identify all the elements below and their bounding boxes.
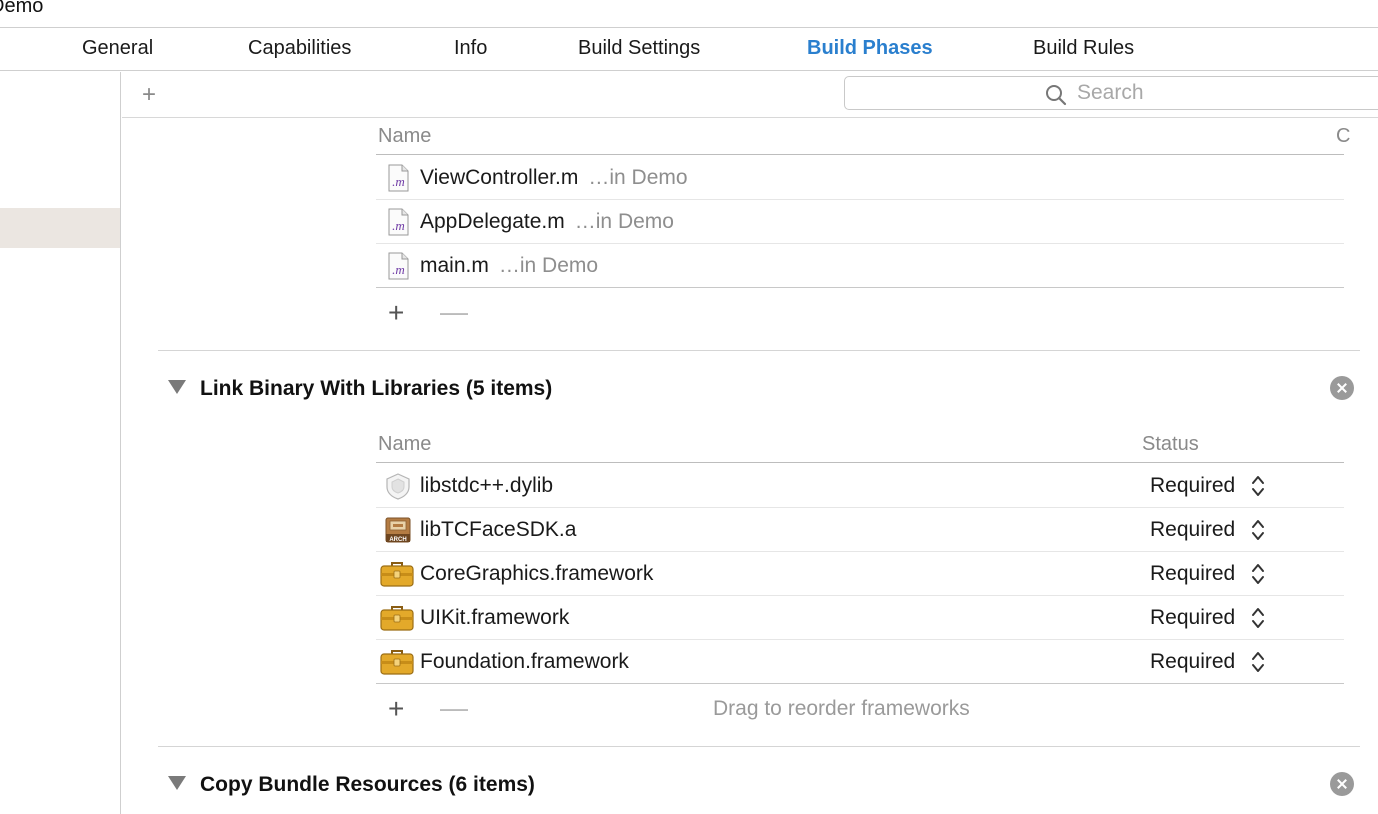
framework-toolbox-icon <box>380 650 414 675</box>
svg-text:.m: .m <box>392 262 405 277</box>
library-row[interactable]: UIKit.framework Required <box>376 596 1344 640</box>
file-location: …in Demo <box>588 166 688 189</box>
status-stepper-icon[interactable] <box>1250 517 1266 543</box>
file-name: ViewController.m <box>420 166 579 189</box>
libraries-name-header[interactable]: Name <box>378 433 431 456</box>
file-location: …in Demo <box>574 210 674 233</box>
status-stepper-icon[interactable] <box>1250 473 1266 499</box>
dylib-icon <box>386 473 410 500</box>
section-title: Copy Bundle Resources (6 items) <box>200 773 535 796</box>
compile-sources-name-header[interactable]: Name <box>378 125 431 148</box>
library-row[interactable]: ARCH libTCFaceSDK.a Required <box>376 508 1344 552</box>
objc-m-file-icon: .m <box>388 164 409 192</box>
search-input[interactable] <box>1077 80 1377 106</box>
link-binary-section-header: Link Binary With Libraries (5 items) <box>160 370 1360 410</box>
library-name: CoreGraphics.framework <box>420 562 654 585</box>
remove-library-button[interactable]: — <box>440 694 468 722</box>
status-stepper-icon[interactable] <box>1250 605 1266 631</box>
remove-compile-source-button[interactable]: — <box>440 298 468 326</box>
libraries-status-header[interactable]: Status <box>1142 433 1199 456</box>
library-status[interactable]: Required <box>1150 606 1235 630</box>
tab-build-settings[interactable]: Build Settings <box>578 37 700 60</box>
add-library-button[interactable]: + <box>388 695 404 723</box>
compile-source-row[interactable]: .m ViewController.m …in Demo <box>376 156 1344 200</box>
compile-source-row[interactable]: .m AppDelegate.m …in Demo <box>376 200 1344 244</box>
framework-toolbox-icon <box>380 606 414 631</box>
library-status[interactable]: Required <box>1150 518 1235 542</box>
build-phases-toolbar: + <box>122 72 1378 118</box>
status-stepper-icon[interactable] <box>1250 649 1266 675</box>
svg-text:.m: .m <box>392 218 405 233</box>
editor-tab-bar: General Capabilities Info Build Settings… <box>0 28 1378 71</box>
library-name: Foundation.framework <box>420 650 629 673</box>
file-name: AppDelegate.m <box>420 210 565 233</box>
window-title: Demo <box>0 0 44 17</box>
library-row[interactable]: CoreGraphics.framework Required <box>376 552 1344 596</box>
delete-phase-icon[interactable] <box>1330 772 1354 796</box>
tab-build-phases[interactable]: Build Phases <box>807 37 933 60</box>
tab-info[interactable]: Info <box>454 37 487 60</box>
sidebar-selected-target[interactable] <box>0 208 120 248</box>
library-row[interactable]: Foundation.framework Required <box>376 640 1344 684</box>
objc-m-file-icon: .m <box>388 252 409 280</box>
file-name: main.m <box>420 254 489 277</box>
drag-reorder-hint: Drag to reorder frameworks <box>713 697 970 720</box>
library-status[interactable]: Required <box>1150 562 1235 586</box>
copy-bundle-section-header: Copy Bundle Resources (6 items) <box>160 766 1360 806</box>
section-divider <box>158 350 1360 351</box>
tab-capabilities[interactable]: Capabilities <box>248 37 351 60</box>
svg-text:ARCH: ARCH <box>389 537 406 543</box>
library-name: libstdc++.dylib <box>420 474 554 497</box>
file-location: …in Demo <box>498 254 599 277</box>
library-status[interactable]: Required <box>1150 650 1235 674</box>
library-name: libTCFaceSDK.a <box>420 518 577 541</box>
framework-toolbox-icon <box>380 562 414 587</box>
section-divider <box>158 746 1360 747</box>
add-build-phase-button[interactable]: + <box>142 81 156 109</box>
objc-m-file-icon: .m <box>388 208 409 236</box>
search-field[interactable] <box>844 76 1378 110</box>
add-compile-source-button[interactable]: + <box>388 299 404 327</box>
static-archive-icon: ARCH <box>385 517 411 543</box>
tab-general[interactable]: General <box>82 37 153 60</box>
search-icon <box>1046 85 1067 106</box>
delete-phase-icon[interactable] <box>1330 376 1354 400</box>
targets-sidebar <box>0 72 121 814</box>
table-header-divider <box>376 154 1344 155</box>
library-row[interactable]: libstdc++.dylib Required <box>376 464 1344 508</box>
section-title: Link Binary With Libraries (5 items) <box>200 377 553 400</box>
svg-text:.m: .m <box>392 174 405 189</box>
disclosure-triangle-icon[interactable] <box>168 380 186 394</box>
compile-source-row[interactable]: .m main.m …in Demo <box>376 244 1344 288</box>
disclosure-triangle-icon[interactable] <box>168 776 186 790</box>
tab-build-rules[interactable]: Build Rules <box>1033 37 1134 60</box>
status-stepper-icon[interactable] <box>1250 561 1266 587</box>
table-header-divider <box>376 462 1344 463</box>
compile-sources-compiler-flags-header[interactable]: C <box>1336 125 1350 148</box>
library-name: UIKit.framework <box>420 606 570 629</box>
library-status[interactable]: Required <box>1150 474 1235 498</box>
window-title-bar: Demo <box>0 0 1378 28</box>
